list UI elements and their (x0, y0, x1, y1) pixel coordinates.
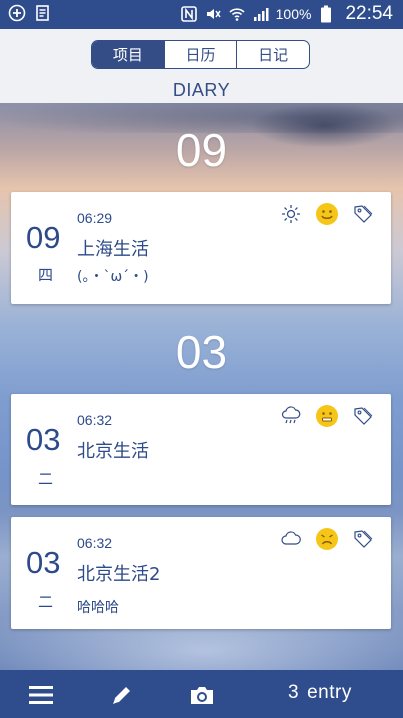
entry-day: 09 (26, 220, 61, 255)
status-bar: 100% 22:54 (0, 0, 403, 29)
frown-face-icon[interactable] (315, 527, 339, 551)
add-circle-icon (8, 4, 26, 22)
document-icon (34, 4, 52, 22)
entry-icons (279, 527, 375, 551)
app-header: 项目 日历 日记 DIARY (0, 29, 403, 103)
entry-weekday: 二 (38, 593, 54, 611)
entry-time: 06:29 (77, 210, 113, 226)
entry-icons (279, 202, 375, 226)
sun-icon[interactable] (279, 202, 303, 226)
signal-icon (252, 5, 270, 23)
rain-cloud-icon[interactable] (279, 404, 303, 428)
month-header: 03 (175, 326, 228, 378)
entry-day: 03 (26, 422, 61, 457)
entry-count: 3 entry (288, 682, 352, 704)
tab-calendar[interactable]: 日历 (163, 41, 237, 68)
diary-entry-card[interactable]: 03 二 06:32 北京生活2 哈哈哈 (11, 517, 391, 629)
nfc-icon (180, 5, 198, 23)
month-header: 09 (175, 124, 228, 176)
background-scene: 09 09 四 06:29 上海生活 (。・`ω´・) 03 03 二 06:3… (0, 103, 403, 670)
menu-icon[interactable] (27, 681, 55, 709)
entry-weekday: 四 (38, 266, 54, 284)
tab-diary[interactable]: 日记 (236, 41, 309, 68)
cloud-icon[interactable] (279, 527, 303, 551)
diary-entry-card[interactable]: 03 二 06:32 北京生活 (11, 394, 391, 505)
entry-count-label: entry (307, 682, 352, 703)
tag-icon[interactable] (351, 527, 375, 551)
entry-title: 北京生活2 (77, 564, 161, 585)
view-tabs: 项目 日历 日记 (91, 40, 310, 69)
pencil-icon[interactable] (108, 681, 136, 709)
entry-body: (。・`ω´・) (77, 269, 149, 285)
neutral-face-icon[interactable] (315, 404, 339, 428)
bottom-toolbar: 3 entry (0, 670, 403, 718)
tag-icon[interactable] (351, 404, 375, 428)
tab-projects[interactable]: 项目 (92, 41, 164, 68)
battery-icon (317, 5, 335, 23)
diary-entry-card[interactable]: 09 四 06:29 上海生活 (。・`ω´・) (11, 192, 391, 304)
battery-percent: 100% (275, 6, 312, 22)
tag-icon[interactable] (351, 202, 375, 226)
status-right: 100% 22:54 (180, 3, 393, 25)
entry-body: 哈哈哈 (77, 600, 119, 616)
entry-title: 上海生活 (77, 239, 149, 260)
entry-time: 06:32 (77, 412, 113, 428)
entry-icons (279, 404, 375, 428)
entry-day: 03 (26, 545, 61, 580)
wifi-icon (228, 5, 246, 23)
camera-icon[interactable] (188, 681, 216, 709)
page-title: DIARY (172, 80, 231, 100)
smile-face-icon[interactable] (315, 202, 339, 226)
entry-time: 06:32 (77, 535, 113, 551)
entry-count-number: 3 (288, 682, 300, 703)
clock: 22:54 (345, 3, 393, 24)
status-left (8, 4, 52, 22)
mute-icon (204, 5, 222, 23)
entry-weekday: 二 (38, 470, 54, 488)
entry-title: 北京生活 (77, 441, 149, 462)
